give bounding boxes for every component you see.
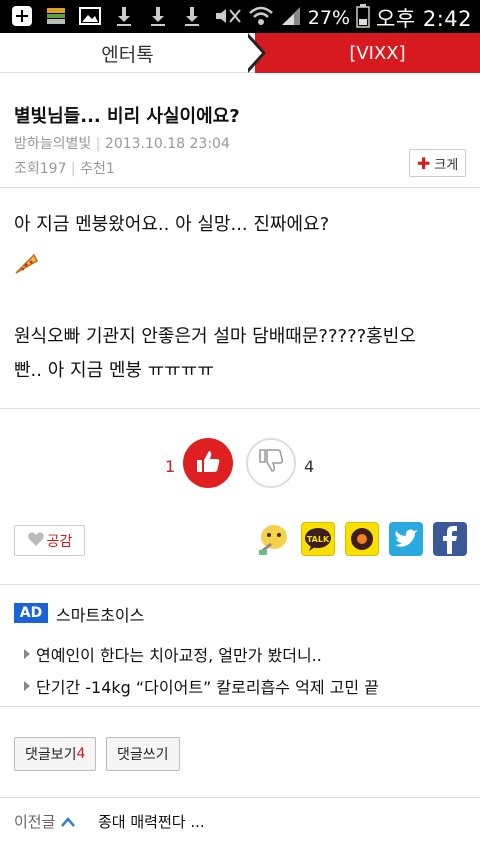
view-comments-button[interactable]: 댓글보기 4 xyxy=(14,737,97,771)
breadcrumb-separator-inner xyxy=(244,33,262,73)
like-count: 1 xyxy=(165,457,176,476)
thumbs-up-icon xyxy=(194,447,222,479)
plus-icon: ✚ xyxy=(416,153,431,173)
empathy-button[interactable]: 공감 xyxy=(14,525,85,556)
chevron-up-icon xyxy=(61,813,76,831)
download-icon xyxy=(180,5,204,27)
divider xyxy=(0,584,480,585)
kakao-icon[interactable] xyxy=(345,522,379,556)
prev-post-link[interactable]: 이전글 xyxy=(14,811,76,832)
post-stats: 조회197 | 추천1 xyxy=(14,158,115,178)
pizza-emoji-icon xyxy=(14,253,38,275)
twitter-icon[interactable] xyxy=(389,522,423,556)
post-author[interactable]: 밤하늘의별빛 xyxy=(14,136,91,152)
ad-item-link[interactable]: 연예인이 한다는 치아교정, 얼만가 봤더니.. xyxy=(24,642,322,666)
view-comments-label: 댓글보기 xyxy=(25,747,77,763)
font-size-label: 크게 xyxy=(434,157,459,173)
kakaotalk-icon[interactable]: TALK xyxy=(301,522,335,556)
meta-separator: | xyxy=(66,161,81,177)
post-body-line: 원식오빠 기관지 안좋은거 설마 담배때문?????홍빈오 xyxy=(14,326,416,347)
prev-post-title[interactable]: 종대 매력쩐다 ... xyxy=(98,811,205,832)
ad-item-text: 연예인이 한다는 치아교정, 얼만가 봤더니.. xyxy=(36,646,322,665)
mute-icon xyxy=(212,5,242,32)
ad-title: 스마트초이스 xyxy=(56,606,145,625)
battery-level: 27% xyxy=(307,7,351,29)
divider xyxy=(0,187,480,188)
dislike-button[interactable] xyxy=(246,438,296,488)
heart-icon xyxy=(27,531,45,551)
add-icon xyxy=(10,5,34,27)
like-button[interactable] xyxy=(183,438,233,488)
write-comment-button[interactable]: 댓글쓰기 xyxy=(106,737,180,771)
post-date: 2013.10.18 23:04 xyxy=(104,136,230,152)
nav-entertalk-link[interactable]: 엔터톡 xyxy=(0,33,255,73)
notes-icon xyxy=(44,5,68,27)
meta-separator: | xyxy=(91,136,105,152)
battery-icon xyxy=(356,3,370,33)
wifi-icon xyxy=(248,5,274,32)
write-comment-label: 댓글쓰기 xyxy=(117,747,169,763)
ad-item-link[interactable]: 단기간 -14kg “다이어트” 칼로리흡수 억제 고민 끝 xyxy=(24,674,379,698)
status-bar: 27% 오후 2:42 xyxy=(0,0,480,33)
divider xyxy=(0,706,480,707)
kakaotalk-label: TALK xyxy=(307,535,330,544)
empathy-label: 공감 xyxy=(46,533,73,550)
comment-count: 4 xyxy=(76,746,86,762)
facebook-icon[interactable] xyxy=(433,522,467,556)
image-icon xyxy=(78,5,102,27)
arrow-right-icon xyxy=(24,649,30,659)
ad-badge: AD xyxy=(14,603,48,623)
divider xyxy=(0,408,480,409)
post-title: 별빛님들... 비리 사실이에요? xyxy=(14,106,240,127)
nav-vixx-tab[interactable]: [VIXX] xyxy=(255,33,480,73)
post-views: 조회197 xyxy=(14,161,67,177)
kakaostory-icon[interactable] xyxy=(257,522,291,556)
post-recommend: 추천1 xyxy=(80,161,115,177)
ad-item-text: 단기간 -14kg “다이어트” 칼로리흡수 억제 고민 끝 xyxy=(36,678,379,697)
thumbs-down-icon xyxy=(257,447,285,479)
post-meta: 밤하늘의별빛 | 2013.10.18 23:04 xyxy=(14,133,230,153)
font-size-button[interactable]: ✚ 크게 xyxy=(409,149,466,177)
download-icon xyxy=(112,5,136,27)
post-body-line: 아 지금 멘붕왔어요.. 아 실망... 진짜에요? xyxy=(14,214,330,235)
dislike-count: 4 xyxy=(304,457,315,476)
arrow-right-icon xyxy=(24,681,30,691)
download-icon xyxy=(146,5,170,27)
prev-post-label: 이전글 xyxy=(14,813,56,831)
post-body-line: 빤.. 아 지금 멘붕 ㅠㅠㅠㅠ xyxy=(14,360,214,381)
clock: 오후 2:42 xyxy=(376,7,472,31)
nav-bar: 엔터톡 [VIXX] xyxy=(0,33,480,73)
divider xyxy=(0,797,480,798)
signal-icon xyxy=(280,5,302,32)
